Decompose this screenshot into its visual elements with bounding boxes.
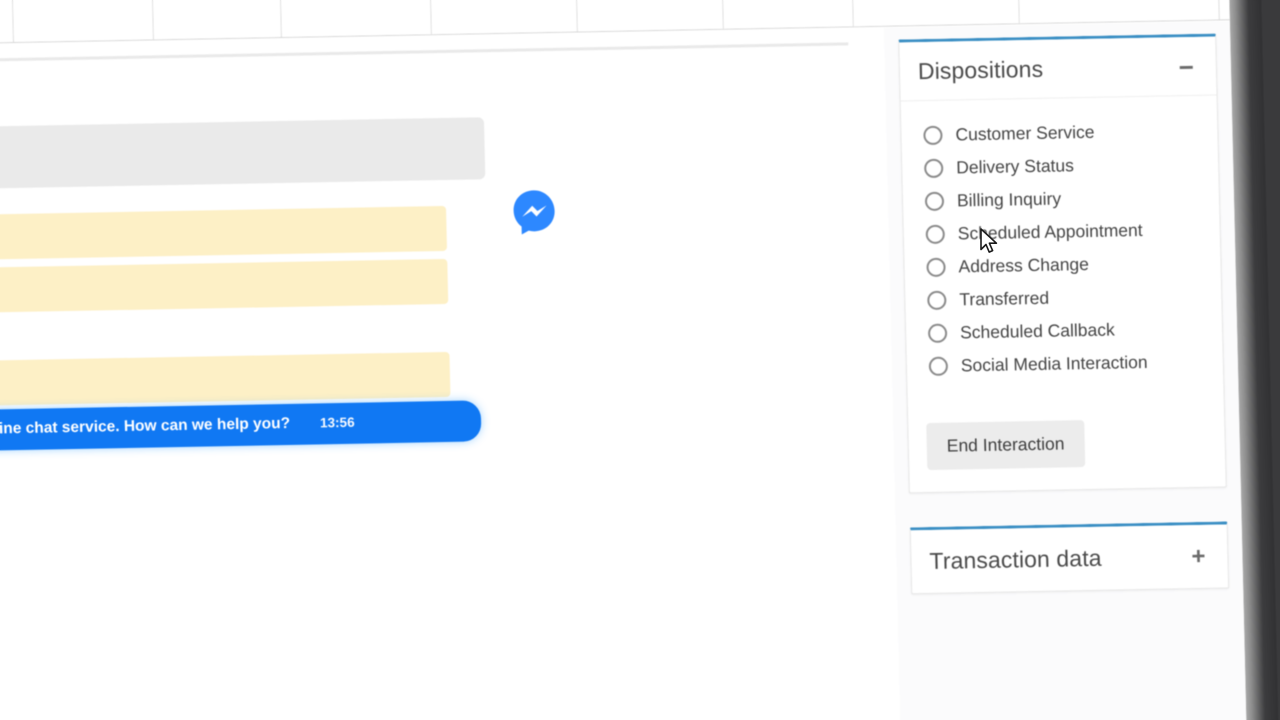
end-interaction-row: End Interaction: [907, 383, 1225, 492]
disposition-option-customer-service[interactable]: Customer Service: [919, 114, 1200, 152]
disposition-option-billing-inquiry[interactable]: Billing Inquiry: [921, 180, 1202, 218]
channel-tab-customer[interactable]: Customer: [11, 0, 154, 43]
disposition-option-label: Scheduled Appointment: [957, 219, 1143, 244]
chat-message-list: NobelBiz online chat service. How can we…: [0, 69, 532, 453]
disposition-option-scheduled-appointment[interactable]: Scheduled Appointment: [921, 213, 1202, 251]
transaction-data-title: Transaction data: [929, 544, 1102, 574]
transaction-data-panel: Transaction data +: [909, 521, 1230, 595]
channel-tab-label: Customer: [57, 0, 132, 3]
dispositions-panel: Dispositions − Customer Service Delivery…: [898, 33, 1227, 494]
chat-message-row-outgoing: NobelBiz online chat service. How can we…: [0, 399, 532, 453]
end-interaction-button[interactable]: End Interaction: [926, 420, 1086, 471]
radio-icon[interactable]: [923, 125, 943, 146]
chat-bubble-outgoing: NobelBiz online chat service. How can we…: [0, 400, 482, 453]
disposition-option-label: Scheduled Callback: [959, 319, 1115, 343]
channel-tab-telegram[interactable]: Telegram: [429, 0, 578, 35]
radio-icon[interactable]: [928, 356, 949, 376]
channel-tab-extra-1[interactable]: [851, 0, 1020, 27]
disposition-option-scheduled-callback[interactable]: Scheduled Callback: [924, 312, 1205, 350]
chat-message-row: [0, 116, 525, 191]
user-icon: [32, 0, 50, 2]
transaction-data-panel-header[interactable]: Transaction data +: [911, 524, 1228, 593]
channel-tab-twitter[interactable]: Twitter: [151, 0, 282, 40]
radio-icon[interactable]: [924, 158, 944, 179]
channel-tab-survey[interactable]: ey: [0, 0, 14, 43]
disposition-option-label: Social Media Interaction: [960, 351, 1148, 376]
disposition-option-transferred[interactable]: Transferred: [923, 279, 1204, 317]
dispositions-options-list: Customer Service Delivery Status Billing…: [901, 96, 1224, 390]
radio-icon[interactable]: [927, 323, 948, 343]
disposition-option-delivery-status[interactable]: Delivery Status: [920, 147, 1201, 185]
channel-tab-email[interactable]: [721, 0, 854, 29]
disposition-option-address-change[interactable]: Address Change: [922, 246, 1203, 284]
disposition-option-label: Customer Service: [955, 121, 1095, 145]
chat-message-text: NobelBiz online chat service. How can we…: [0, 414, 291, 439]
channel-tab-whatsapp[interactable]: WhatsApp: [279, 0, 432, 38]
radio-icon[interactable]: [927, 290, 947, 310]
screen-photograph: ey Customer Twitter WhatsApp: [0, 0, 1280, 720]
channel-tab-facebook[interactable]: Facebook: [575, 0, 724, 32]
right-sidebar: Dispositions − Customer Service Delivery…: [883, 21, 1247, 720]
disposition-option-label: Address Change: [958, 253, 1090, 277]
radio-icon[interactable]: [924, 191, 945, 212]
chat-pane-divider: [0, 42, 849, 62]
radio-icon[interactable]: [926, 257, 946, 277]
channel-tab-extra-2[interactable]: [1017, 0, 1220, 24]
plus-icon[interactable]: +: [1191, 542, 1209, 569]
disposition-option-label: Transferred: [959, 287, 1050, 310]
agent-application-window: ey Customer Twitter WhatsApp: [0, 0, 1247, 720]
disposition-option-label: Delivery Status: [955, 155, 1075, 178]
dispositions-panel-header[interactable]: Dispositions −: [899, 36, 1217, 102]
disposition-option-label: Billing Inquiry: [956, 188, 1062, 211]
dispositions-title: Dispositions: [917, 55, 1044, 85]
chat-message-timestamp: 13:56: [319, 414, 355, 431]
chat-transcript-pane: NobelBiz online chat service. How can we…: [0, 28, 880, 720]
minus-icon[interactable]: −: [1178, 51, 1199, 81]
chat-bubble-placeholder: [0, 117, 486, 191]
radio-icon[interactable]: [925, 224, 946, 245]
disposition-option-social-media-interaction[interactable]: Social Media Interaction: [925, 345, 1206, 383]
